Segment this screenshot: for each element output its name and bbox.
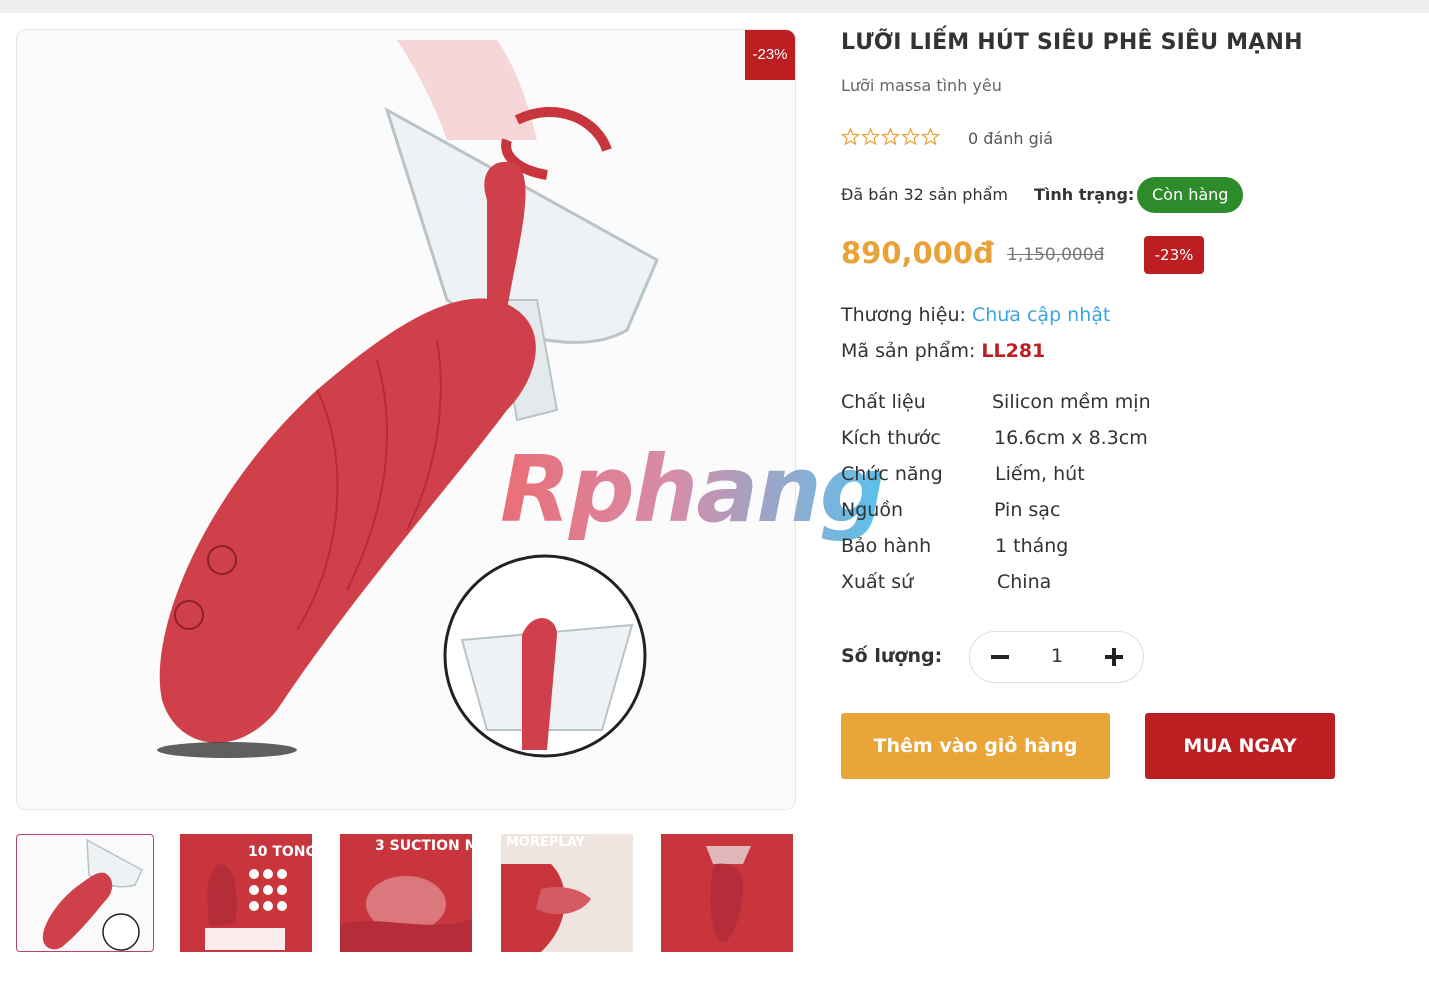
rating-stars[interactable] <box>841 127 940 147</box>
thumbnail-4[interactable]: MOREPLAY <box>501 834 633 952</box>
star-icon <box>921 127 940 146</box>
status-label: Tình trạng: <box>1034 185 1135 204</box>
spec-value: Pin sạc <box>994 499 1061 521</box>
thumbnail-5[interactable] <box>661 834 793 952</box>
quantity-input[interactable]: 1 <box>1040 645 1074 667</box>
brand-link[interactable]: Chưa cập nhật <box>972 304 1110 326</box>
star-icon <box>901 127 920 146</box>
sku-label: Mã sản phẩm: <box>841 340 982 362</box>
spec-key: Chất liệu <box>841 391 926 413</box>
top-bar <box>0 0 1429 13</box>
plus-icon[interactable] <box>1100 643 1128 671</box>
brand-label: Thương hiệu: <box>841 304 972 326</box>
product-illustration <box>157 40 659 758</box>
star-icon <box>881 127 900 146</box>
thumbnail-4-label: MOREPLAY <box>506 835 586 850</box>
spec-key: Bảo hành <box>841 535 932 557</box>
sku-row: Mã sản phẩm: LL281 <box>841 340 1045 362</box>
product-subtitle: Lưỡi massa tình yêu <box>841 76 1002 95</box>
spec-value: 16.6cm x 8.3cm <box>994 427 1148 449</box>
thumbnail-2-label: 10 TONGUE LICKING <box>248 844 312 860</box>
thumbnail-2-image: 10 TONGUE LICKING <box>180 834 312 952</box>
brand-row: Thương hiệu: Chưa cập nhật <box>841 304 1110 326</box>
thumbnail-3[interactable]: 3 SUCTION MODES <box>340 834 472 952</box>
spec-value: China <box>997 571 1052 593</box>
spec-key: Chức năng <box>841 463 943 485</box>
stock-status-badge: Còn hàng <box>1137 177 1244 213</box>
sku-value: LL281 <box>981 340 1046 362</box>
spec-key: Xuất sứ <box>841 571 914 593</box>
spec-key: Kích thước <box>841 427 941 449</box>
spec-value: 1 tháng <box>995 535 1069 557</box>
thumbnail-1[interactable] <box>16 834 154 952</box>
main-product-image[interactable]: -23% <box>16 29 796 810</box>
thumbnail-1-image <box>42 838 143 951</box>
image-discount-ribbon: -23% <box>745 30 795 80</box>
thumbnail-4-image: MOREPLAY <box>501 834 633 952</box>
quantity-stepper: 1 <box>969 631 1144 683</box>
discount-badge: -23% <box>1144 236 1204 274</box>
current-price: 890,000đ <box>841 236 994 270</box>
thumbnail-3-image: 3 SUCTION MODES <box>340 834 472 952</box>
star-icon <box>861 127 880 146</box>
quantity-label: Số lượng: <box>841 645 943 667</box>
add-to-cart-button[interactable]: Thêm vào giỏ hàng <box>841 713 1110 779</box>
buy-now-button[interactable]: MUA NGAY <box>1145 713 1335 779</box>
thumbnail-5-image <box>661 834 793 952</box>
thumbnail-2[interactable]: 10 TONGUE LICKING <box>180 834 312 952</box>
spec-key: Nguồn <box>841 499 903 521</box>
reviews-count[interactable]: 0 đánh giá <box>968 129 1053 148</box>
spec-value: Silicon mềm mịn <box>992 391 1151 413</box>
product-title: LƯỠI LIẾM HÚT SIÊU PHÊ SIÊU MẠNH <box>841 30 1303 55</box>
original-price: 1,150,000đ <box>1007 245 1105 265</box>
star-icon <box>841 127 860 146</box>
thumbnail-3-label: 3 SUCTION MODES <box>375 838 472 854</box>
minus-icon[interactable] <box>986 643 1014 671</box>
spec-value: Liếm, hút <box>995 463 1085 485</box>
sold-count: Đã bán 32 sản phẩm <box>841 185 1008 204</box>
